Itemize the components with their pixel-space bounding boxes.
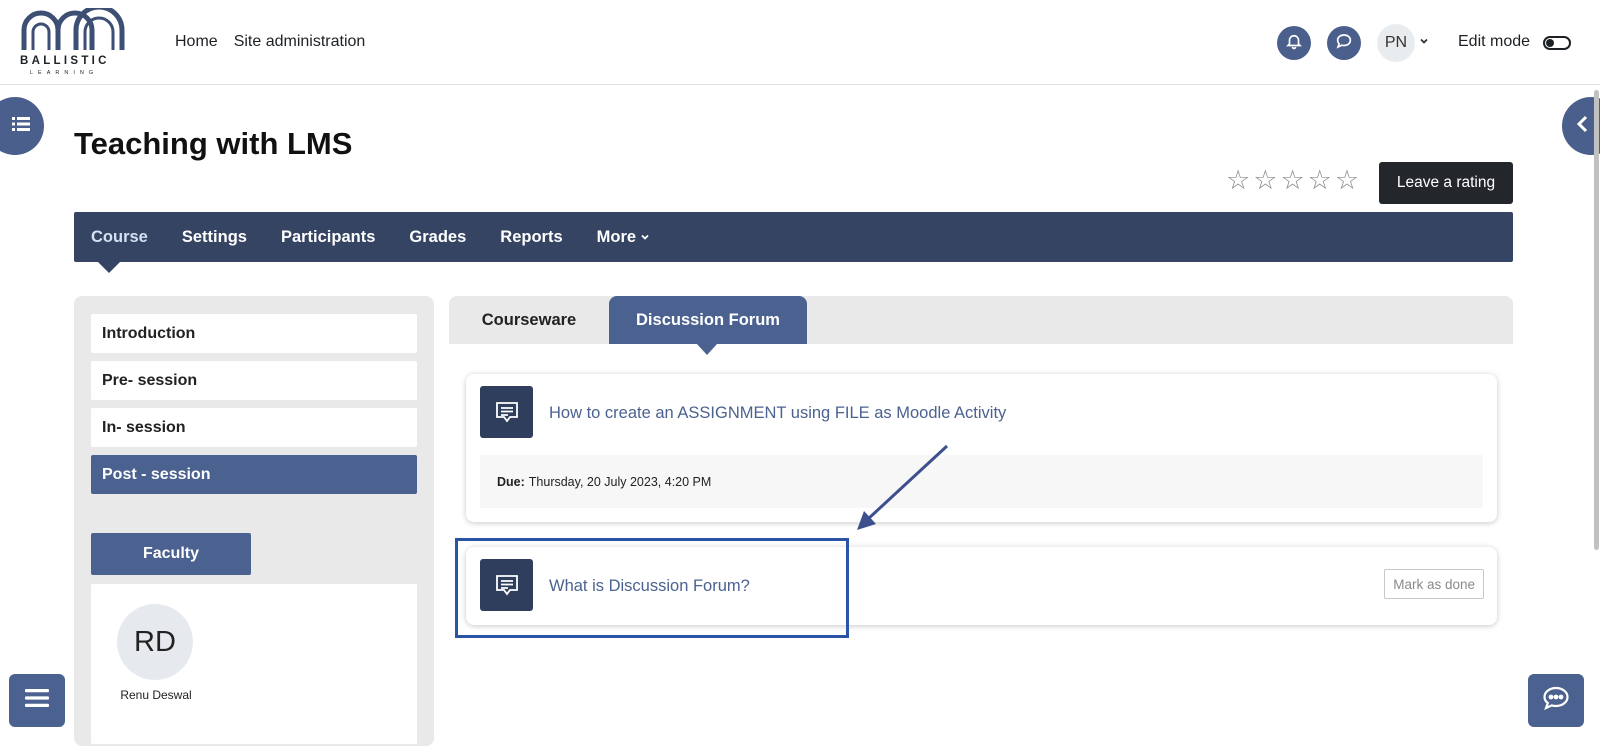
site-logo[interactable]: BALLISTIC LEARNING	[18, 4, 130, 76]
tab-courseware[interactable]: Courseware	[449, 296, 609, 344]
page-scrollbar[interactable]	[1594, 90, 1599, 550]
top-navbar: BALLISTIC LEARNING Home Site administrat…	[0, 0, 1600, 85]
star-icon[interactable]: ☆	[1308, 167, 1332, 194]
edit-mode-label: Edit mode	[1458, 33, 1531, 50]
forum-icon	[480, 559, 533, 611]
tab-discussion-forum[interactable]: Discussion Forum	[609, 296, 807, 355]
bell-icon	[1285, 32, 1303, 55]
faculty-button[interactable]: Faculty	[91, 533, 251, 575]
faculty-avatar[interactable]: RD	[117, 604, 193, 680]
notifications-button[interactable]	[1277, 26, 1311, 60]
page-title: Teaching with LMS	[74, 126, 353, 161]
svg-text:BALLISTIC: BALLISTIC	[20, 55, 110, 67]
star-icon[interactable]: ☆	[1253, 167, 1277, 194]
course-navigation: Course Settings Participants Grades Repo…	[74, 212, 1513, 273]
section-item-pre-session[interactable]: Pre- session	[91, 361, 417, 400]
activity-card: What is Discussion Forum? Mark as done	[466, 547, 1497, 625]
messages-button[interactable]	[1327, 26, 1361, 60]
tab-settings[interactable]: Settings	[165, 228, 264, 247]
chevron-down-icon[interactable]	[1419, 36, 1429, 49]
rating-stars[interactable]: ☆ ☆ ☆ ☆ ☆	[1226, 167, 1359, 194]
tab-reports[interactable]: Reports	[483, 228, 579, 247]
chevron-left-icon	[1576, 115, 1590, 138]
mark-as-done-button[interactable]: Mark as done	[1384, 569, 1484, 599]
svg-text:LEARNING: LEARNING	[30, 70, 98, 76]
nav-site-administration-link[interactable]: Site administration	[234, 33, 366, 51]
section-item-in-session[interactable]: In- session	[91, 408, 417, 447]
section-item-introduction[interactable]: Introduction	[91, 314, 417, 353]
course-index-drawer-toggle[interactable]	[0, 97, 44, 155]
content-tabs: Courseware Discussion Forum	[449, 296, 1513, 355]
activity-dates: Due: Thursday, 20 July 2023, 4:20 PM	[480, 455, 1483, 508]
activity-link[interactable]: How to create an ASSIGNMENT using FILE a…	[549, 404, 1006, 423]
due-label: Due:	[497, 474, 525, 489]
star-icon[interactable]: ☆	[1280, 167, 1304, 194]
star-icon[interactable]: ☆	[1226, 167, 1250, 194]
faculty-card: RD Renu Deswal	[91, 584, 417, 744]
section-item-post-session[interactable]: Post - session	[91, 455, 417, 494]
due-value: Thursday, 20 July 2023, 4:20 PM	[528, 474, 712, 489]
forum-icon	[480, 386, 533, 438]
tab-course[interactable]: Course	[74, 228, 165, 273]
edit-mode-toggle[interactable]	[1543, 36, 1571, 50]
leave-rating-button[interactable]: Leave a rating	[1379, 162, 1513, 204]
chevron-down-icon	[640, 228, 650, 247]
tab-participants[interactable]: Participants	[264, 228, 392, 247]
primary-navigation: Home Site administration	[175, 33, 365, 51]
activity-link[interactable]: What is Discussion Forum?	[549, 577, 750, 596]
star-icon[interactable]: ☆	[1335, 167, 1359, 194]
tab-more[interactable]: More	[580, 228, 667, 247]
activity-card: How to create an ASSIGNMENT using FILE a…	[466, 374, 1497, 522]
chat-button[interactable]	[1528, 674, 1584, 727]
tab-grades[interactable]: Grades	[392, 228, 483, 247]
hamburger-menu-button[interactable]	[9, 674, 65, 727]
faculty-name: Renu Deswal	[120, 688, 192, 702]
chat-icon	[1542, 685, 1570, 716]
hamburger-icon	[25, 688, 49, 713]
list-icon	[12, 116, 30, 137]
nav-home-link[interactable]: Home	[175, 33, 218, 51]
user-menu-avatar[interactable]: PN	[1377, 24, 1415, 62]
tab-more-label: More	[596, 227, 637, 246]
section-sidebar: Introduction Pre- session In- session Po…	[74, 296, 434, 746]
chat-bubble-icon	[1335, 32, 1353, 55]
